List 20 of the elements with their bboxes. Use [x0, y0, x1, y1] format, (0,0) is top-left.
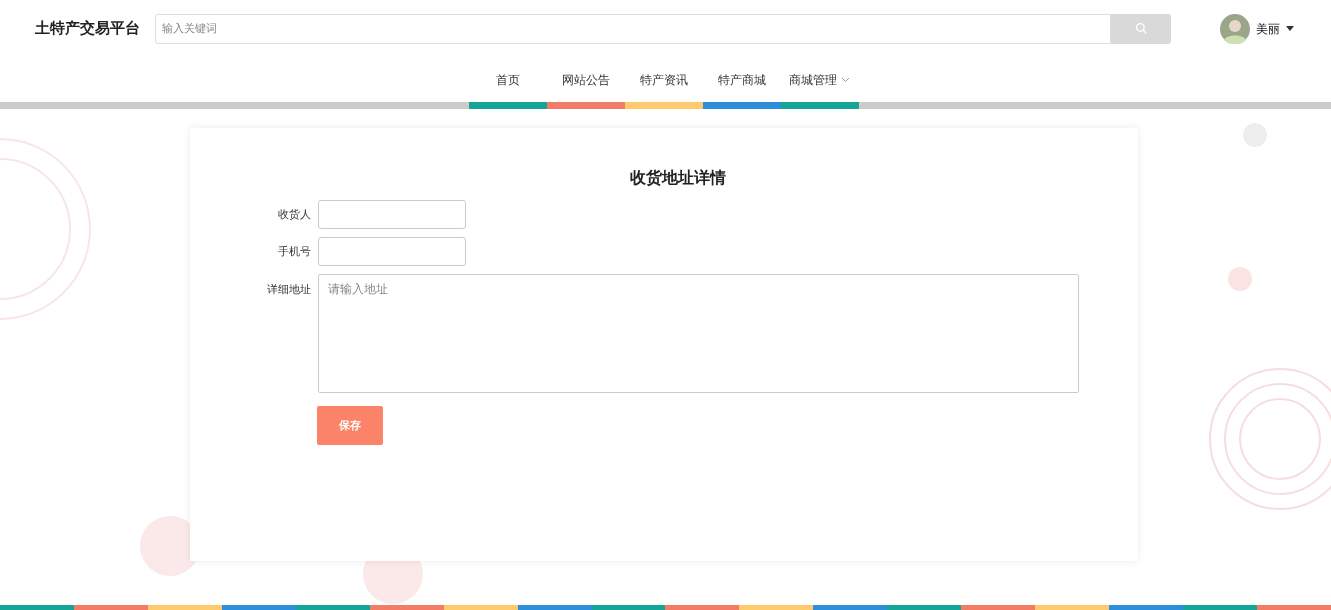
- caret-icon: [1286, 26, 1294, 31]
- user-menu[interactable]: 美丽: [1220, 13, 1294, 44]
- input-field[interactable]: [318, 237, 466, 266]
- field-label: 收货人: [277, 207, 311, 222]
- search-icon: [1134, 22, 1148, 35]
- search-button[interactable]: [1111, 13, 1171, 44]
- chevron-down-icon: [841, 76, 850, 83]
- search-field[interactable]: 输入关键词: [155, 13, 1111, 44]
- nav-tab[interactable]: 商城管理: [780, 57, 859, 102]
- address-field[interactable]: 请输入地址: [318, 274, 1079, 393]
- avatar-icon: [1220, 13, 1250, 44]
- input-field[interactable]: [318, 200, 466, 229]
- site-logo: 土特产交易平台: [35, 18, 141, 39]
- nav-tab[interactable]: 特产商城: [702, 57, 781, 102]
- form-title: 收货地址详情: [629, 168, 727, 189]
- field-label: 详细地址: [266, 282, 311, 297]
- field-label: 手机号: [277, 244, 311, 259]
- nav-tab[interactable]: 网站公告: [546, 57, 625, 102]
- nav-tab[interactable]: 特产资讯: [624, 57, 703, 102]
- nav-tab[interactable]: 首页: [468, 57, 547, 102]
